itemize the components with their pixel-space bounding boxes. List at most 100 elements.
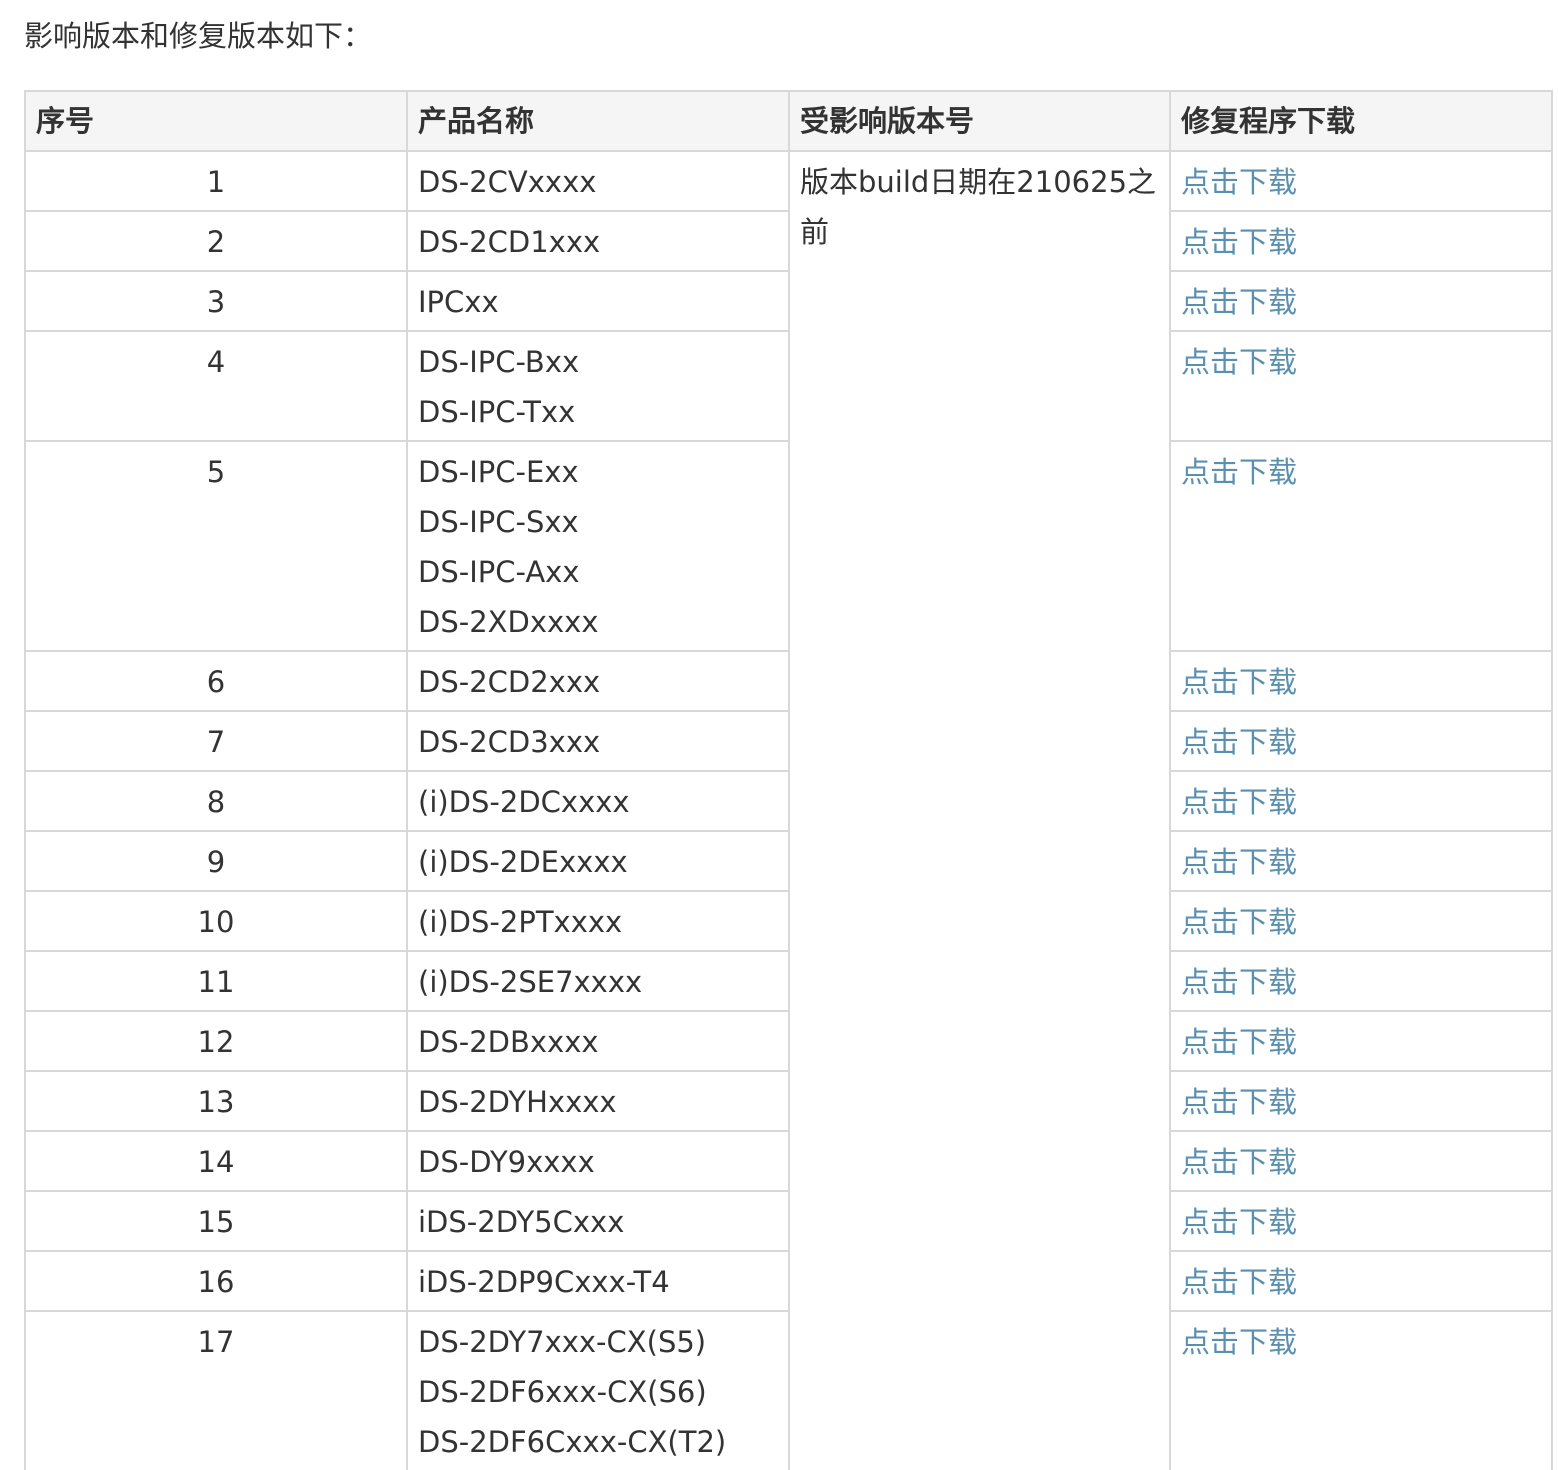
- row-index: 4: [24, 330, 408, 442]
- download-cell: 点击下载: [1169, 440, 1553, 652]
- product-name: DS-2DF6Cxxx-CX(T2): [418, 1425, 727, 1459]
- product-name-cell: iDS-2DP9Cxxx-T4: [406, 1250, 790, 1312]
- download-cell: 点击下载: [1169, 830, 1553, 892]
- product-name-cell: DS-2CD3xxx: [406, 710, 790, 772]
- product-name-cell: IPCxx: [406, 270, 790, 332]
- product-name: DS-2CD1xxx: [418, 225, 601, 259]
- product-name: (i)DS-2DExxxx: [418, 845, 628, 879]
- download-link[interactable]: 点击下载: [1181, 165, 1297, 199]
- download-cell: 点击下载: [1169, 710, 1553, 772]
- product-name-cell: DS-IPC-Exx DS-IPC-Sxx DS-IPC-Axx DS-2XDxxxx: [406, 440, 790, 652]
- product-name-cell: DS-IPC-Bxx DS-IPC-Txx: [406, 330, 790, 442]
- download-cell: 点击下载: [1169, 150, 1553, 212]
- row-index: 6: [24, 650, 408, 712]
- product-name-cell: (i)DS-2DCxxxx: [406, 770, 790, 832]
- download-cell: 点击下载: [1169, 1190, 1553, 1252]
- download-cell: 点击下载: [1169, 950, 1553, 1012]
- product-name: IPCxx: [418, 285, 499, 319]
- product-name: DS-2CD3xxx: [418, 725, 601, 759]
- row-index: 3: [24, 270, 408, 332]
- product-name: DS-IPC-Axx: [418, 555, 580, 589]
- product-name: (i)DS-2DCxxxx: [418, 785, 630, 819]
- download-link[interactable]: 点击下载: [1181, 1145, 1297, 1179]
- table-row: 3 IPCxx 点击下载: [24, 270, 1553, 332]
- header-product-name: 产品名称: [406, 90, 790, 152]
- product-name: iDS-2DP9Cxxx-T4: [418, 1265, 670, 1299]
- header-index: 序号: [24, 90, 408, 152]
- table-row: 4 DS-IPC-Bxx DS-IPC-Txx 点击下载: [24, 330, 1553, 442]
- download-cell: 点击下载: [1169, 210, 1553, 272]
- row-index: 9: [24, 830, 408, 892]
- download-link[interactable]: 点击下载: [1181, 845, 1297, 879]
- download-cell: 点击下载: [1169, 1310, 1553, 1470]
- product-name: DS-2XDxxxx: [418, 605, 599, 639]
- table-row: 11 (i)DS-2SE7xxxx 点击下载: [24, 950, 1553, 1012]
- header-affected-version: 受影响版本号: [788, 90, 1171, 152]
- row-index: 12: [24, 1010, 408, 1072]
- table-row: 8 (i)DS-2DCxxxx 点击下载: [24, 770, 1553, 832]
- download-cell: 点击下载: [1169, 770, 1553, 832]
- product-name: DS-2CVxxxx: [418, 165, 597, 199]
- product-name-cell: DS-2CD1xxx: [406, 210, 790, 272]
- row-index: 8: [24, 770, 408, 832]
- download-cell: 点击下载: [1169, 270, 1553, 332]
- download-cell: 点击下载: [1169, 1130, 1553, 1192]
- row-index: 11: [24, 950, 408, 1012]
- product-name: DS-IPC-Sxx: [418, 505, 579, 539]
- product-name: DS-2DF6xxx-CX(S6): [418, 1375, 707, 1409]
- download-link[interactable]: 点击下载: [1181, 905, 1297, 939]
- download-link[interactable]: 点击下载: [1181, 1325, 1297, 1359]
- download-link[interactable]: 点击下载: [1181, 665, 1297, 699]
- product-name-cell: (i)DS-2DExxxx: [406, 830, 790, 892]
- download-cell: 点击下载: [1169, 1010, 1553, 1072]
- product-name-cell: DS-2CD2xxx: [406, 650, 790, 712]
- download-cell: 点击下载: [1169, 1070, 1553, 1132]
- product-name-cell: iDS-2DY5Cxxx: [406, 1190, 790, 1252]
- product-name: DS-2DYHxxxx: [418, 1085, 617, 1119]
- download-link[interactable]: 点击下载: [1181, 1025, 1297, 1059]
- download-link[interactable]: 点击下载: [1181, 1205, 1297, 1239]
- product-name: DS-2DY7xxx-CX(S5): [418, 1325, 707, 1359]
- download-link[interactable]: 点击下载: [1181, 285, 1297, 319]
- intro-text: 影响版本和修复版本如下：: [24, 19, 373, 53]
- download-link[interactable]: 点击下载: [1181, 965, 1297, 999]
- download-link[interactable]: 点击下载: [1181, 785, 1297, 819]
- row-index: 2: [24, 210, 408, 272]
- download-link[interactable]: 点击下载: [1181, 455, 1297, 489]
- row-index: 1: [24, 150, 408, 212]
- affected-versions-table: 序号 产品名称 受影响版本号 修复程序下载 1 DS-2CVxxxx 版本build…: [24, 90, 1553, 1470]
- product-name-cell: DS-2CVxxxx: [406, 150, 790, 212]
- affected-version-cell: 版本build日期在210625之前: [788, 150, 1171, 1470]
- product-name: DS-DY9xxxx: [418, 1145, 595, 1179]
- product-name-cell: DS-DY9xxxx: [406, 1130, 790, 1192]
- product-name: DS-IPC-Exx: [418, 455, 579, 489]
- table-row: 9 (i)DS-2DExxxx 点击下载: [24, 830, 1553, 892]
- table-body: 1 DS-2CVxxxx 版本build日期在210625之前 点击下载 2 DS-2CD…: [24, 150, 1553, 1470]
- table-row: 6 DS-2CD2xxx 点击下载: [24, 650, 1553, 712]
- download-cell: 点击下载: [1169, 1250, 1553, 1312]
- product-name: DS-IPC-Bxx: [418, 345, 580, 379]
- download-link[interactable]: 点击下载: [1181, 1265, 1297, 1299]
- download-link[interactable]: 点击下载: [1181, 725, 1297, 759]
- row-index: 5: [24, 440, 408, 652]
- download-link[interactable]: 点击下载: [1181, 345, 1297, 379]
- table-row: 10 (i)DS-2PTxxxx 点击下载: [24, 890, 1553, 952]
- product-name-cell: DS-2DY7xxx-CX(S5) DS-2DF6xxx-CX(S6) DS-2DF…: [406, 1310, 790, 1470]
- table-row: 2 DS-2CD1xxx 点击下载: [24, 210, 1553, 272]
- product-name-cell: DS-2DBxxxx: [406, 1010, 790, 1072]
- download-link[interactable]: 点击下载: [1181, 225, 1297, 259]
- download-cell: 点击下载: [1169, 330, 1553, 442]
- download-link[interactable]: 点击下载: [1181, 1085, 1297, 1119]
- product-name: DS-IPC-Txx: [418, 395, 576, 429]
- table-row: 1 DS-2CVxxxx 版本build日期在210625之前 点击下载: [24, 150, 1553, 1470]
- row-index: 14: [24, 1130, 408, 1192]
- table-row: 17 DS-2DY7xxx-CX(S5) DS-2DF6xxx-CX(S6) DS-2…: [24, 1310, 1553, 1470]
- product-name: iDS-2DY5Cxxx: [418, 1205, 625, 1239]
- product-name: DS-2DBxxxx: [418, 1025, 599, 1059]
- product-name: DS-2CD2xxx: [418, 665, 601, 699]
- row-index: 15: [24, 1190, 408, 1252]
- table-row: 14 DS-DY9xxxx 点击下载: [24, 1130, 1553, 1192]
- row-index: 17: [24, 1310, 408, 1470]
- product-name: (i)DS-2SE7xxxx: [418, 965, 643, 999]
- row-index: 7: [24, 710, 408, 772]
